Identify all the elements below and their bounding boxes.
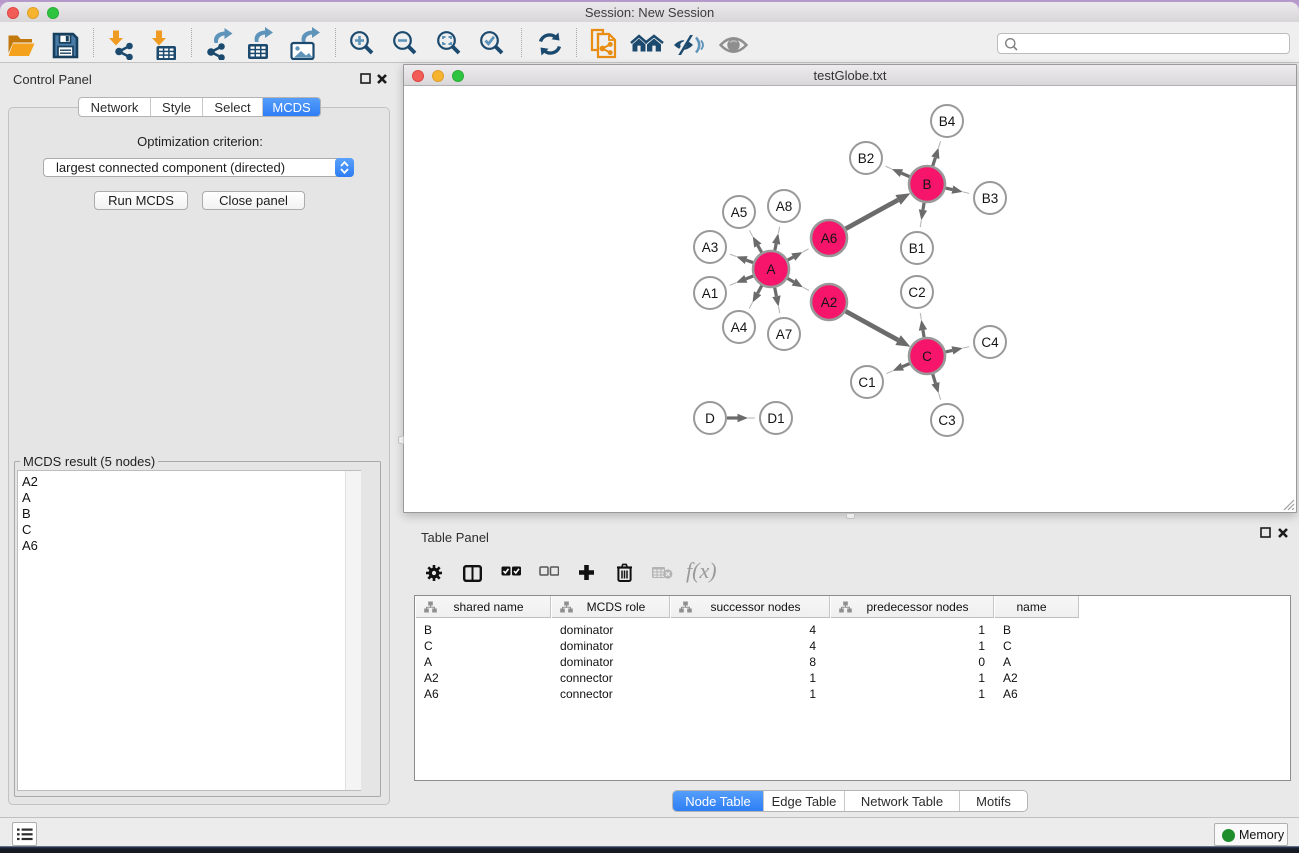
svg-text:C1: C1 <box>858 375 875 390</box>
svg-text:C: C <box>922 349 932 364</box>
svg-text:B: B <box>922 177 931 192</box>
svg-text:B3: B3 <box>982 191 999 206</box>
svg-text:C3: C3 <box>938 413 955 428</box>
svg-text:A3: A3 <box>702 240 719 255</box>
svg-text:A: A <box>766 262 775 277</box>
svg-text:B2: B2 <box>858 151 875 166</box>
svg-text:A7: A7 <box>776 327 793 342</box>
svg-text:C4: C4 <box>981 335 999 350</box>
svg-text:A5: A5 <box>731 205 748 220</box>
svg-text:A6: A6 <box>821 231 838 246</box>
svg-text:D: D <box>705 411 715 426</box>
svg-text:C2: C2 <box>908 285 925 300</box>
svg-text:A2: A2 <box>821 295 838 310</box>
svg-text:D1: D1 <box>767 411 784 426</box>
svg-text:A4: A4 <box>731 320 748 335</box>
svg-text:A1: A1 <box>702 286 719 301</box>
svg-text:B4: B4 <box>939 114 956 129</box>
svg-text:B1: B1 <box>909 241 926 256</box>
svg-text:A8: A8 <box>776 199 793 214</box>
